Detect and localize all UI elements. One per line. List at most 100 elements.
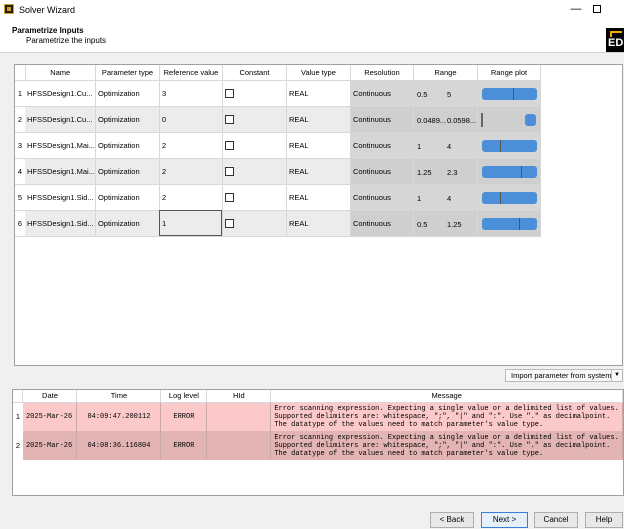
- column-header-log-level[interactable]: Log level: [160, 390, 208, 403]
- parameter-row[interactable]: 1 HFSSDesign1.Cu... Optimization 3 REAL Conti…: [15, 80, 541, 107]
- parameter-name-cell[interactable]: HFSSDesign1.Mai...: [25, 132, 96, 159]
- parameter-type-cell[interactable]: Optimization: [95, 184, 160, 211]
- log-level-cell: ERROR: [160, 431, 208, 460]
- column-header-constant[interactable]: Constant: [222, 65, 287, 81]
- range-min-value: 0.5: [416, 219, 428, 229]
- range-cell[interactable]: 0.5 5: [413, 80, 478, 107]
- value-type-cell[interactable]: REAL: [286, 80, 351, 107]
- chevron-down-icon[interactable]: ▼: [611, 370, 622, 381]
- row-number: 2: [15, 106, 25, 133]
- resolution-cell[interactable]: Continuous: [350, 132, 414, 159]
- constant-cell: [222, 80, 287, 107]
- range-plot-bar: [524, 113, 536, 126]
- column-header-resolution[interactable]: Resolution: [350, 65, 414, 81]
- reference-value-cell[interactable]: 3: [159, 80, 223, 107]
- range-plot-bar: [481, 139, 537, 152]
- parameter-name-cell[interactable]: HFSSDesign1.Cu...: [25, 80, 96, 107]
- row-number: 6: [15, 210, 25, 237]
- maximize-icon: [593, 5, 601, 13]
- parameter-name-cell[interactable]: HFSSDesign1.Mai...: [25, 158, 96, 185]
- constant-checkbox[interactable]: [224, 166, 234, 176]
- cancel-button[interactable]: Cancel: [534, 512, 578, 528]
- range-plot-marker: [518, 217, 520, 230]
- range-cell[interactable]: 0.5 1.25: [413, 210, 478, 237]
- parameter-type-cell[interactable]: Optimization: [95, 106, 160, 133]
- minimize-button[interactable]: —: [568, 2, 584, 16]
- row-number: 1: [15, 80, 25, 107]
- value-type-cell[interactable]: REAL: [286, 184, 351, 211]
- log-date-cell: 2025-Mar-26: [22, 402, 78, 431]
- constant-cell: [222, 210, 287, 237]
- column-header-time[interactable]: Time: [76, 390, 162, 403]
- page-title: Parametrize Inputs: [12, 26, 84, 35]
- parameter-row[interactable]: 4 HFSSDesign1.Mai... Optimization 2 REAL Cont…: [15, 158, 541, 185]
- constant-checkbox[interactable]: [224, 140, 234, 150]
- parameter-row[interactable]: 2 HFSSDesign1.Cu... Optimization 0 REAL Conti…: [15, 106, 541, 133]
- column-header-reference-value[interactable]: Reference value: [159, 65, 223, 81]
- parameters-table-panel: Name Parameter type Reference value Cons…: [14, 64, 623, 366]
- range-cell[interactable]: 1.25 2.3: [413, 158, 478, 185]
- value-type-cell[interactable]: REAL: [286, 106, 351, 133]
- range-plot-bar: [481, 87, 537, 100]
- window-title: Solver Wizard: [19, 5, 76, 15]
- reference-value-cell[interactable]: 2: [159, 184, 223, 211]
- import-parameter-button[interactable]: Import parameter from system ▼: [505, 369, 623, 382]
- resolution-cell[interactable]: Continuous: [350, 210, 414, 237]
- row-number: 4: [15, 158, 25, 185]
- parameter-type-cell[interactable]: Optimization: [95, 158, 160, 185]
- range-cell[interactable]: 14: [413, 184, 478, 211]
- column-header-hid[interactable]: HId: [206, 390, 272, 403]
- column-header-range-plot[interactable]: Range plot: [477, 65, 541, 81]
- log-row[interactable]: 1 2025-Mar-26 04:09:47.200112 ERROR Error sc…: [13, 402, 623, 431]
- parameter-name-cell[interactable]: HFSSDesign1.Sid...: [25, 210, 96, 237]
- log-hid-cell: [206, 431, 272, 460]
- value-type-cell[interactable]: REAL: [286, 132, 351, 159]
- help-button[interactable]: Help: [585, 512, 623, 528]
- range-plot-cell: [477, 210, 541, 237]
- reference-value-cell[interactable]: 2: [159, 158, 223, 185]
- back-button[interactable]: < Back: [430, 512, 474, 528]
- resolution-cell[interactable]: Continuous: [350, 80, 414, 107]
- constant-cell: [222, 184, 287, 211]
- range-plot-cell: [477, 80, 541, 107]
- column-header-message[interactable]: Message: [270, 390, 623, 403]
- constant-checkbox[interactable]: [224, 192, 234, 202]
- column-header-range[interactable]: Range: [413, 65, 478, 81]
- row-number: 3: [15, 132, 25, 159]
- resolution-cell[interactable]: Continuous: [350, 106, 414, 133]
- range-min-value: 1: [416, 141, 422, 151]
- log-level-cell: ERROR: [160, 402, 208, 431]
- column-header-parameter-type[interactable]: Parameter type: [95, 65, 160, 81]
- constant-cell: [222, 106, 287, 133]
- maximize-button[interactable]: [589, 2, 605, 16]
- reference-value-cell[interactable]: 0: [159, 106, 223, 133]
- parameter-row[interactable]: 6 HFSSDesign1.Sid... Optimization 1 REAL Cont…: [15, 210, 541, 237]
- constant-checkbox[interactable]: [224, 88, 234, 98]
- value-type-cell[interactable]: REAL: [286, 158, 351, 185]
- column-header-name[interactable]: Name: [25, 65, 96, 81]
- range-min-value: 1: [416, 193, 422, 203]
- parameter-row[interactable]: 5 HFSSDesign1.Sid... Optimization 2 REAL Cont…: [15, 184, 541, 211]
- parameter-type-cell[interactable]: Optimization: [95, 210, 160, 237]
- range-cell[interactable]: 14: [413, 132, 478, 159]
- parameter-type-cell[interactable]: Optimization: [95, 132, 160, 159]
- next-button[interactable]: Next >: [481, 512, 528, 528]
- range-max-value: 0.0598...: [446, 115, 477, 125]
- reference-value-cell[interactable]: 1: [159, 210, 223, 237]
- parameter-name-cell[interactable]: HFSSDesign1.Sid...: [25, 184, 96, 211]
- resolution-cell[interactable]: Continuous: [350, 184, 414, 211]
- brand-logo: ED: [606, 28, 624, 52]
- resolution-cell[interactable]: Continuous: [350, 158, 414, 185]
- parameter-row[interactable]: 3 HFSSDesign1.Mai... Optimization 2 REAL Cont…: [15, 132, 541, 159]
- column-header-value-type[interactable]: Value type: [286, 65, 351, 81]
- parameter-type-cell[interactable]: Optimization: [95, 80, 160, 107]
- log-time-cell: 04:08:36.116804: [76, 431, 162, 460]
- constant-checkbox[interactable]: [224, 114, 234, 124]
- reference-value-cell[interactable]: 2: [159, 132, 223, 159]
- parameter-name-cell[interactable]: HFSSDesign1.Cu...: [25, 106, 96, 133]
- constant-checkbox[interactable]: [224, 218, 234, 228]
- value-type-cell[interactable]: REAL: [286, 210, 351, 237]
- range-cell[interactable]: 0.0489... 0.0598...: [413, 106, 478, 133]
- column-header-date[interactable]: Date: [22, 390, 78, 403]
- log-row[interactable]: 2 2025-Mar-26 04:08:36.116804 ERROR Error sc…: [13, 431, 623, 460]
